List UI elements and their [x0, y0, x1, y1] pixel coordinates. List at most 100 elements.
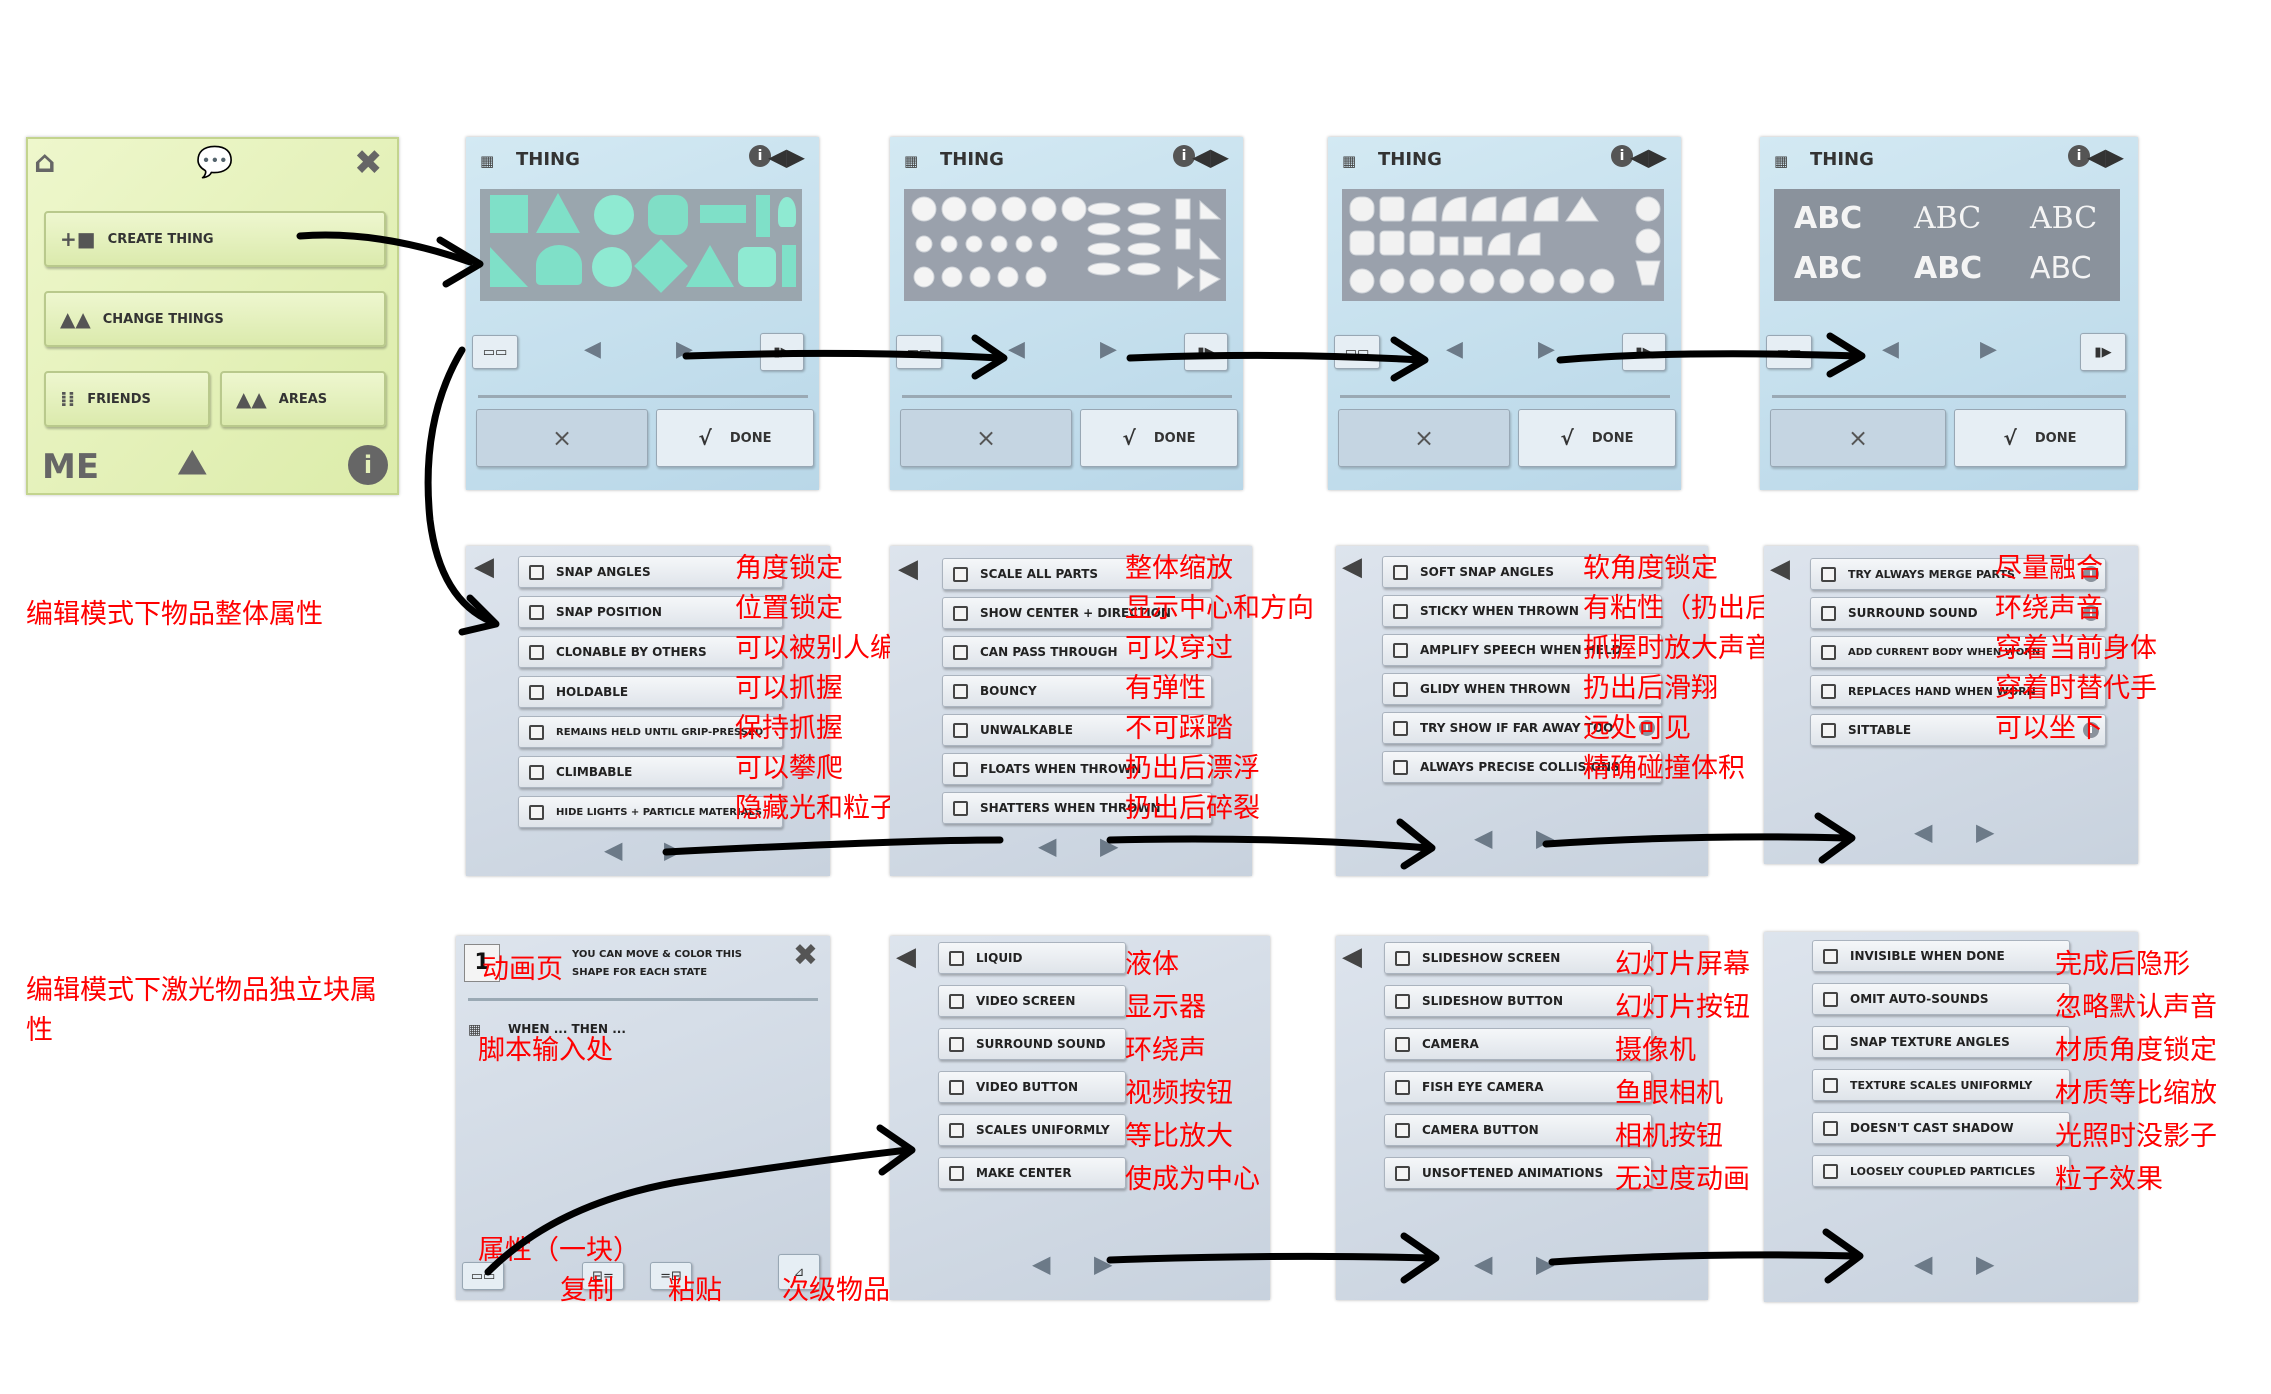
prev-arrow-icon[interactable]: ◀ — [1882, 337, 1899, 362]
curves-shapes[interactable] — [904, 189, 1226, 301]
text-abc-6[interactable]: ABC — [2030, 251, 2092, 286]
chat-bubble-icon[interactable]: 💬 — [196, 145, 233, 180]
checkbox[interactable] — [1395, 950, 1410, 966]
back-icon[interactable]: ◀▶ — [768, 143, 805, 171]
checkbox[interactable] — [1393, 603, 1408, 619]
option-scales-uniformly[interactable]: SCALES UNIFORMLY — [938, 1114, 1126, 1146]
sphere-shape[interactable] — [594, 195, 634, 235]
checkbox[interactable] — [529, 644, 544, 660]
option-loosely-coupled[interactable]: LOOSELY COUPLED PARTICLES — [1812, 1155, 2070, 1187]
rounded-shapes[interactable] — [1342, 189, 1664, 301]
cylinder-shape[interactable] — [738, 247, 776, 287]
prev-arrow-icon[interactable]: ◀ — [1474, 824, 1492, 852]
cancel-button[interactable]: × — [900, 409, 1072, 467]
checkbox[interactable] — [953, 605, 968, 621]
thin-column-shape[interactable] — [782, 245, 796, 287]
prev-arrow-icon[interactable]: ◀ — [1008, 337, 1025, 362]
prev-arrow-icon[interactable]: ◀ — [1032, 1250, 1050, 1278]
checkbox[interactable] — [953, 722, 968, 738]
option-make-center[interactable]: MAKE CENTER — [938, 1157, 1126, 1189]
next-arrow-icon[interactable]: ▶ — [676, 337, 693, 362]
cancel-button[interactable]: × — [1338, 409, 1510, 467]
option-snap-texture-angles[interactable]: SNAP TEXTURE ANGLES — [1812, 1026, 2070, 1058]
checkbox[interactable] — [953, 800, 968, 816]
back-arrow-icon[interactable]: ◀ — [896, 942, 916, 972]
dome-shape[interactable] — [536, 245, 582, 285]
back-arrow-icon[interactable]: ◀ — [898, 554, 918, 584]
done-button[interactable]: √ DONE — [1518, 409, 1676, 467]
shape-gallery-rounded[interactable] — [1342, 189, 1664, 301]
cancel-button[interactable]: × — [1770, 409, 1946, 467]
checkbox[interactable] — [953, 761, 968, 777]
checkbox[interactable] — [1393, 564, 1408, 580]
shape-gallery-curves[interactable] — [904, 189, 1226, 301]
checkbox[interactable] — [949, 950, 964, 966]
me-button[interactable]: ME — [42, 447, 99, 487]
shape-gallery[interactable] — [480, 189, 802, 301]
checkbox[interactable] — [1823, 948, 1838, 964]
option-no-shadow[interactable]: DOESN'T CAST SHADOW — [1812, 1112, 2070, 1144]
checkbox[interactable] — [1395, 1079, 1410, 1095]
column-shape[interactable] — [756, 195, 770, 237]
next-arrow-icon[interactable]: ▶ — [1980, 337, 1997, 362]
text-abc-1[interactable]: ABC — [1794, 201, 1862, 236]
ball-shape[interactable] — [592, 247, 632, 287]
change-things-button[interactable]: ▲▲ CHANGE THINGS — [44, 291, 386, 347]
checkbox[interactable] — [1395, 1165, 1410, 1181]
text-abc-2[interactable]: ABC — [1914, 201, 1981, 236]
option-unsoftened-animations[interactable]: UNSOFTENED ANIMATIONS — [1384, 1157, 1652, 1189]
option-invisible-when-done[interactable]: INVISIBLE WHEN DONE — [1812, 940, 2070, 972]
prev-arrow-icon[interactable]: ◀ — [1474, 1250, 1492, 1278]
checkbox[interactable] — [949, 1079, 964, 1095]
checkbox[interactable] — [1393, 681, 1408, 697]
checkbox[interactable] — [1393, 720, 1408, 736]
option-camera[interactable]: CAMERA — [1384, 1028, 1652, 1060]
text-abc-3[interactable]: ABC — [2030, 201, 2097, 236]
checkbox[interactable] — [949, 1165, 964, 1181]
done-button[interactable]: √ DONE — [1954, 409, 2126, 467]
cancel-button[interactable]: × — [476, 409, 648, 467]
checkbox[interactable] — [1821, 566, 1836, 582]
checkbox[interactable] — [1823, 1034, 1838, 1050]
close-icon[interactable]: ✖ — [793, 938, 818, 973]
prev-arrow-icon[interactable]: ◀ — [1914, 1250, 1932, 1278]
checkbox[interactable] — [1395, 993, 1410, 1009]
back-arrow-icon[interactable]: ◀ — [1770, 554, 1790, 584]
checkbox[interactable] — [949, 993, 964, 1009]
next-arrow-icon[interactable]: ▶ — [1538, 337, 1555, 362]
checkbox[interactable] — [529, 724, 544, 740]
info-icon[interactable]: i — [348, 445, 388, 485]
checkbox[interactable] — [1395, 1036, 1410, 1052]
checkbox[interactable] — [1821, 605, 1836, 621]
text-gallery[interactable]: ABC ABC ABC ABC ABC ABC — [1774, 189, 2120, 301]
wedge-shape[interactable] — [490, 247, 528, 287]
checkbox[interactable] — [1821, 644, 1836, 660]
checkbox[interactable] — [1823, 1163, 1838, 1179]
cube-shape[interactable] — [490, 195, 528, 233]
option-fish-eye-camera[interactable]: FISH EYE CAMERA — [1384, 1071, 1652, 1103]
option-slideshow-button[interactable]: SLIDESHOW BUTTON — [1384, 985, 1652, 1017]
prev-arrow-icon[interactable]: ◀ — [1446, 337, 1463, 362]
grid-button[interactable]: ▭▭ — [896, 335, 942, 369]
checkbox[interactable] — [1821, 683, 1836, 699]
next-arrow-icon[interactable]: ▶ — [1536, 1250, 1554, 1278]
next-arrow-icon[interactable]: ▶ — [1976, 818, 1994, 846]
prev-arrow-icon[interactable]: ◀ — [1038, 832, 1056, 860]
checkbox[interactable] — [529, 764, 544, 780]
checkbox[interactable] — [953, 644, 968, 660]
next-arrow-icon[interactable]: ▶ — [1536, 824, 1554, 852]
page-button[interactable]: ▮▶ — [1184, 333, 1228, 371]
checkbox[interactable] — [529, 684, 544, 700]
grid-button[interactable]: ▭▭ — [1766, 335, 1812, 369]
back-icon[interactable]: ◀▶ — [2087, 143, 2124, 171]
grid-button[interactable]: ▭▭ — [472, 335, 518, 369]
checkbox[interactable] — [1823, 1077, 1838, 1093]
checkbox[interactable] — [529, 804, 544, 820]
prev-arrow-icon[interactable]: ◀ — [604, 836, 622, 864]
done-button[interactable]: √ DONE — [656, 409, 814, 467]
option-texture-scales-uniformly[interactable]: TEXTURE SCALES UNIFORMLY — [1812, 1069, 2070, 1101]
page-button[interactable]: ▮▶ — [2080, 333, 2126, 371]
checkbox[interactable] — [953, 566, 968, 582]
next-arrow-icon[interactable]: ▶ — [1094, 1250, 1112, 1278]
close-icon[interactable]: ✖ — [354, 143, 383, 183]
